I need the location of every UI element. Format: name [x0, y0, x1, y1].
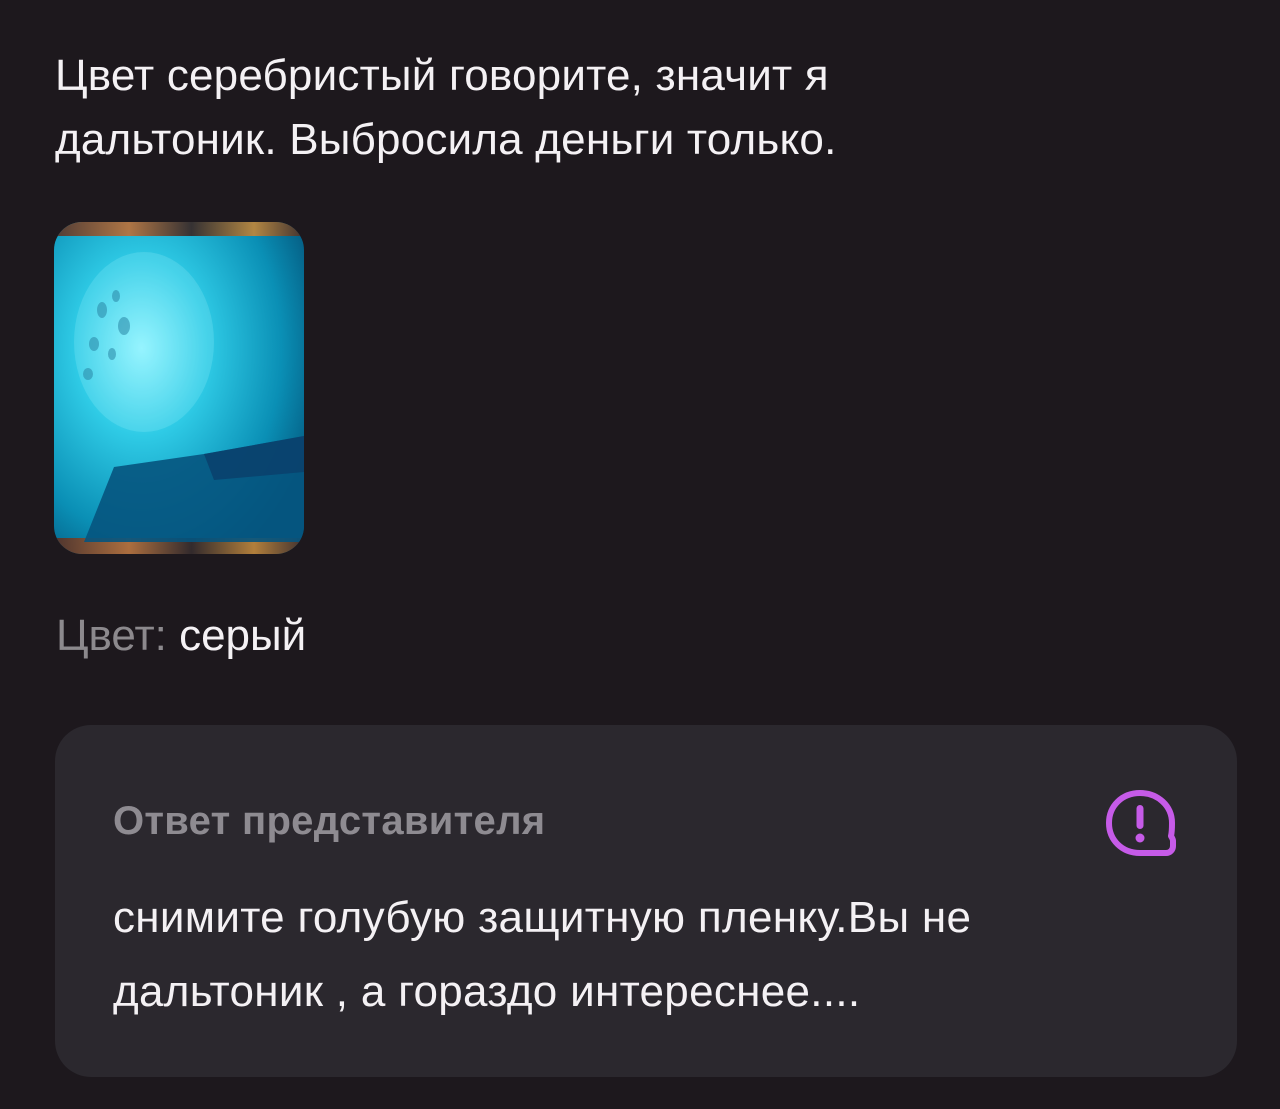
speech-bubble-exclamation-icon[interactable] — [1100, 783, 1180, 863]
review-photo-thumbnail[interactable] — [54, 222, 304, 554]
product-color-line: Цвет: серый — [56, 608, 306, 664]
color-label: Цвет: — [56, 611, 167, 660]
review-text: Цвет серебристый говорите, значит я даль… — [55, 51, 837, 164]
answer-title: Ответ представителя — [113, 799, 546, 843]
answer-text: снимите голубую защитную пленку.Вы не да… — [113, 893, 972, 1016]
seller-answer-card: Ответ представителя снимите голубую защи… — [55, 725, 1237, 1077]
product-photo-image — [54, 222, 304, 554]
color-value: серый — [179, 611, 307, 660]
